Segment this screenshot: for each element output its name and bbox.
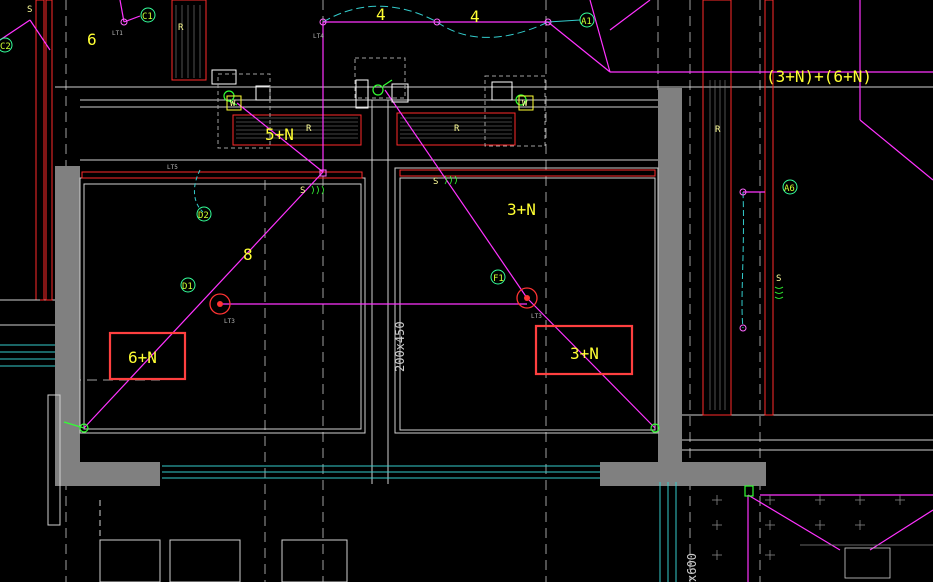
tag-lt5: LT5 <box>167 164 178 171</box>
tag-r-3: R <box>454 124 460 134</box>
circuit-label-4b: 4 <box>470 7 480 26</box>
tag-s-2: S <box>433 177 438 187</box>
circuit-label-5n: 5+N <box>265 125 294 144</box>
tag-r-4: R <box>715 125 721 135</box>
circuit-label-4a: 4 <box>376 5 386 24</box>
svg-text:D2: D2 <box>198 211 209 221</box>
circuit-label-combo: (3+N)+(6+N) <box>766 67 872 86</box>
circuit-label-8: 8 <box>243 245 253 264</box>
circuit-label-top-6: 6 <box>87 30 97 49</box>
tag-r-1: R <box>178 23 184 33</box>
svg-text:C2: C2 <box>0 42 11 52</box>
svg-text:A6: A6 <box>784 184 795 194</box>
svg-text:F1: F1 <box>493 274 504 284</box>
tag-s-4: S <box>27 5 32 15</box>
box-label-left: 6+N <box>128 348 157 367</box>
cad-drawing-canvas[interactable]: 6 4 4 5+N 8 3+N (3+N)+(6+N) 6+N 3+N 200x… <box>0 0 933 582</box>
svg-text:D1: D1 <box>182 282 193 292</box>
tag-lt-2: LT3 <box>531 313 542 320</box>
circuit-label-3n-mid: 3+N <box>507 200 536 219</box>
tag-s-3: S <box>776 274 781 284</box>
duct-size-bottom-label: x600 <box>685 553 699 582</box>
box-label-right: 3+N <box>570 344 599 363</box>
svg-text:A1: A1 <box>581 17 592 27</box>
tag-r-2: R <box>306 124 312 134</box>
duct-size-label: 200x450 <box>393 321 407 372</box>
svg-text:C1: C1 <box>142 12 153 22</box>
tag-w-1: W <box>230 99 236 109</box>
tag-lt4: LT4 <box>313 33 324 40</box>
tag-lt1: LT1 <box>112 30 123 37</box>
tag-lt-1: LT3 <box>224 318 235 325</box>
tag-w-2: W <box>522 99 528 109</box>
tag-s-1: S <box>300 186 305 196</box>
